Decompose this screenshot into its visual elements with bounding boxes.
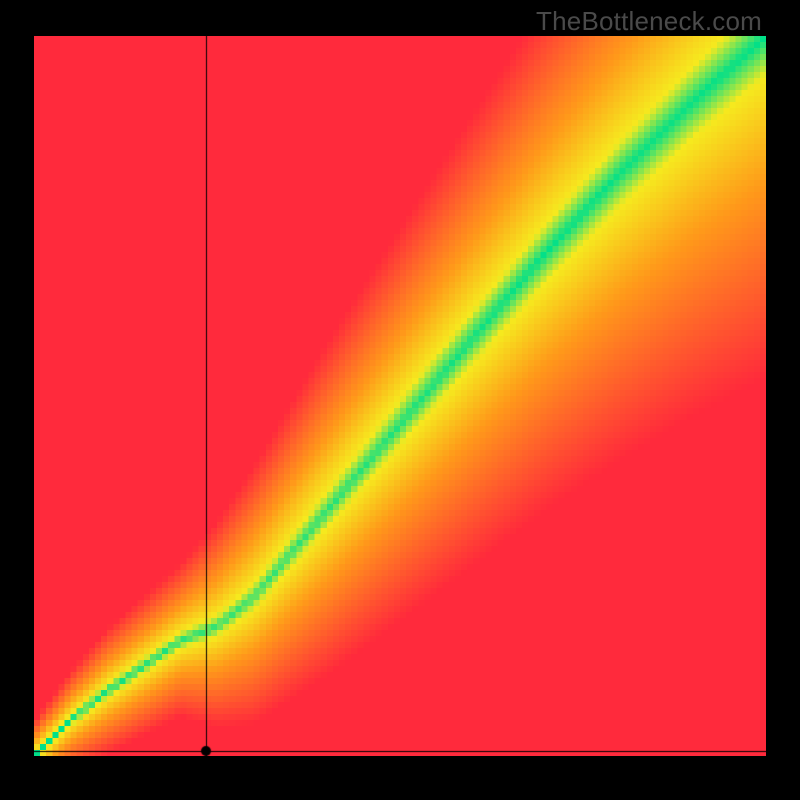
bottleneck-heatmap <box>34 36 766 756</box>
watermark-text: TheBottleneck.com <box>536 6 762 37</box>
